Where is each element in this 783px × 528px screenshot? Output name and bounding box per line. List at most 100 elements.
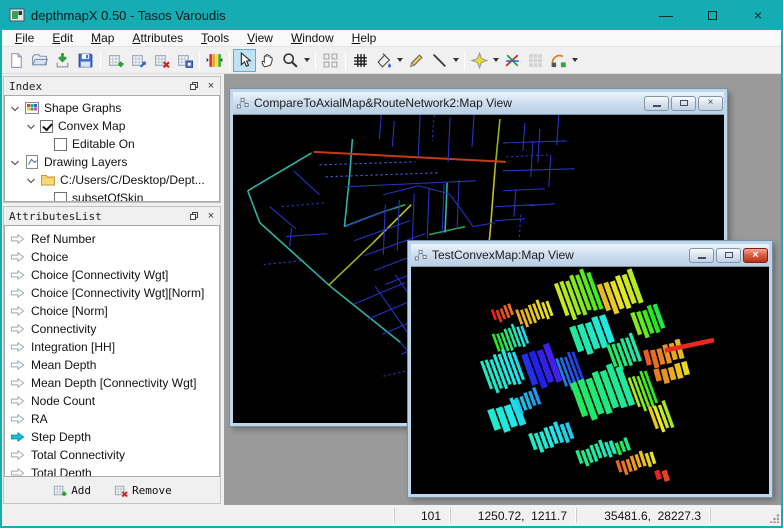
app-logo-icon [9,7,25,23]
attribute-item-mean-depth-connectivity-wgt[interactable]: Mean Depth [Connectivity Wgt] [5,374,219,392]
toolbar-zoom-button[interactable] [279,49,302,72]
menu-item-map[interactable]: Map [82,30,123,46]
attribute-item-total-connectivity[interactable]: Total Connectivity [5,446,219,464]
toolbar-zoom-extents-button[interactable] [319,49,342,72]
tree-item-convex-map[interactable]: Convex Map [5,117,219,135]
tree-item-drawing-layers[interactable]: Drawing Layers [5,153,219,171]
caret-down-icon [453,58,459,62]
caret-down-icon [397,58,403,62]
attribute-item-ref-number[interactable]: Ref Number [5,230,219,248]
convex-map-canvas[interactable] [411,267,769,494]
statusbar: 101 1250.72, 1211.7 35481.6, 28227.3 [2,505,781,526]
attribute-item-mean-depth[interactable]: Mean Depth [5,356,219,374]
menu-item-help[interactable]: Help [343,30,386,46]
save-icon [77,52,94,69]
resize-grip[interactable] [768,505,781,526]
toolbar-push-map-button[interactable] [173,49,196,72]
zoom-extents-icon [322,52,339,69]
editable-on-checkbox[interactable] [54,138,67,151]
chevron-down-icon[interactable] [26,175,36,185]
child-minimize-button[interactable] [644,96,669,111]
attribute-item-choice-connectivity-wgt-norm[interactable]: Choice [Connectivity Wgt][Norm] [5,284,219,302]
maximize-button[interactable] [689,0,735,30]
menu-item-file[interactable]: File [6,30,43,46]
tree-item-shape-graphs[interactable]: Shape Graphs [5,99,219,117]
toolbar-fill-button[interactable] [372,49,395,72]
draw-line-icon [431,52,448,69]
attribute-label: Choice [31,250,68,264]
isovist-icon [471,52,488,69]
chevron-down-icon[interactable] [10,157,20,167]
toolbar-draw-line-button[interactable] [428,49,451,72]
fill-dropdown-caret[interactable] [395,49,405,72]
float-panel-icon[interactable] [188,210,200,222]
attribute-item-total-depth[interactable]: Total Depth [5,464,219,477]
toolbar-axial-map-button[interactable] [501,49,524,72]
menu-item-tools[interactable]: Tools [192,30,238,46]
toolbar-import-button[interactable] [51,49,74,72]
step-depth-dropdown-caret[interactable] [570,49,580,72]
menu-item-edit[interactable]: Edit [43,30,82,46]
toolbar-delete-map-button[interactable] [150,49,173,72]
menu-item-view[interactable]: View [238,30,282,46]
add-attribute-button[interactable]: Add [52,483,91,498]
close-panel-icon[interactable]: × [205,210,217,222]
close-button[interactable]: × [735,0,781,30]
attributes-footer: Add Remove [4,477,220,503]
zoom-icon [282,52,299,69]
toolbar-select-button[interactable] [233,49,256,72]
minimize-icon [698,257,706,259]
toolbar-pan-button[interactable] [256,49,279,72]
attribute-item-choice-connectivity-wgt[interactable]: Choice [Connectivity Wgt] [5,266,219,284]
child-maximize-button[interactable] [671,96,696,111]
maximize-icon [725,252,733,258]
toolbar-step-depth-button[interactable] [547,49,570,72]
toolbar-isovist-button[interactable] [468,49,491,72]
toolbar-separator [229,51,230,70]
chevron-down-icon[interactable] [26,121,36,131]
child-minimize-button[interactable] [689,248,714,263]
attribute-item-node-count[interactable]: Node Count [5,392,219,410]
attribute-label: Total Depth [31,466,92,477]
convex-window-titlebar[interactable]: TestConvexMap:Map View × [411,244,769,266]
attribute-item-connectivity[interactable]: Connectivity [5,320,219,338]
attribute-item-choice-norm[interactable]: Choice [Norm] [5,302,219,320]
toolbar-block-map-button[interactable] [524,49,547,72]
convex-map-checkbox[interactable] [40,120,53,133]
attribute-item-choice[interactable]: Choice [5,248,219,266]
attribute-item-ra[interactable]: RA [5,410,219,428]
convex-map-view[interactable] [411,266,769,494]
tree-item-editable-on[interactable]: Editable On [5,135,219,153]
draw-line-dropdown-caret[interactable] [451,49,461,72]
axial-window-titlebar[interactable]: CompareToAxialMap&RouteNetwork2:Map View… [233,92,724,114]
attribute-item-integration-hh[interactable]: Integration [HH] [5,338,219,356]
color-range-icon [206,52,223,69]
close-panel-icon[interactable]: × [205,80,217,92]
child-maximize-button[interactable] [716,248,741,263]
subsetofskin-checkbox[interactable] [54,192,67,203]
child-close-button[interactable]: × [743,248,768,263]
tree-item-drawing-file[interactable]: C:/Users/C/Desktop/Dept... [5,171,219,189]
attribute-item-step-depth[interactable]: Step Depth [5,428,219,446]
child-close-button[interactable]: × [698,96,723,111]
toolbar-convert-map-button[interactable] [127,49,150,72]
toolbar-new-file-button[interactable] [5,49,28,72]
isovist-dropdown-caret[interactable] [491,49,501,72]
tree-item-subsetofskin[interactable]: subsetOfSkin [5,189,219,202]
toolbar-open-file-button[interactable] [28,49,51,72]
select-icon [236,52,253,69]
menu-item-attributes[interactable]: Attributes [123,30,192,46]
chevron-down-icon[interactable] [10,103,20,113]
attribute-arrow-icon [10,359,25,371]
remove-attribute-button[interactable]: Remove [113,483,172,498]
toolbar-pencil-button[interactable] [405,49,428,72]
toolbar-show-grid-button[interactable] [349,49,372,72]
toolbar-save-button[interactable] [74,49,97,72]
toolbar-add-map-button[interactable] [104,49,127,72]
minimize-icon [653,105,661,107]
toolbar-color-range-button[interactable] [203,49,226,72]
float-panel-icon[interactable] [188,80,200,92]
zoom-dropdown-caret[interactable] [302,49,312,72]
minimize-button[interactable]: — [643,0,689,30]
menu-item-window[interactable]: Window [282,30,343,46]
